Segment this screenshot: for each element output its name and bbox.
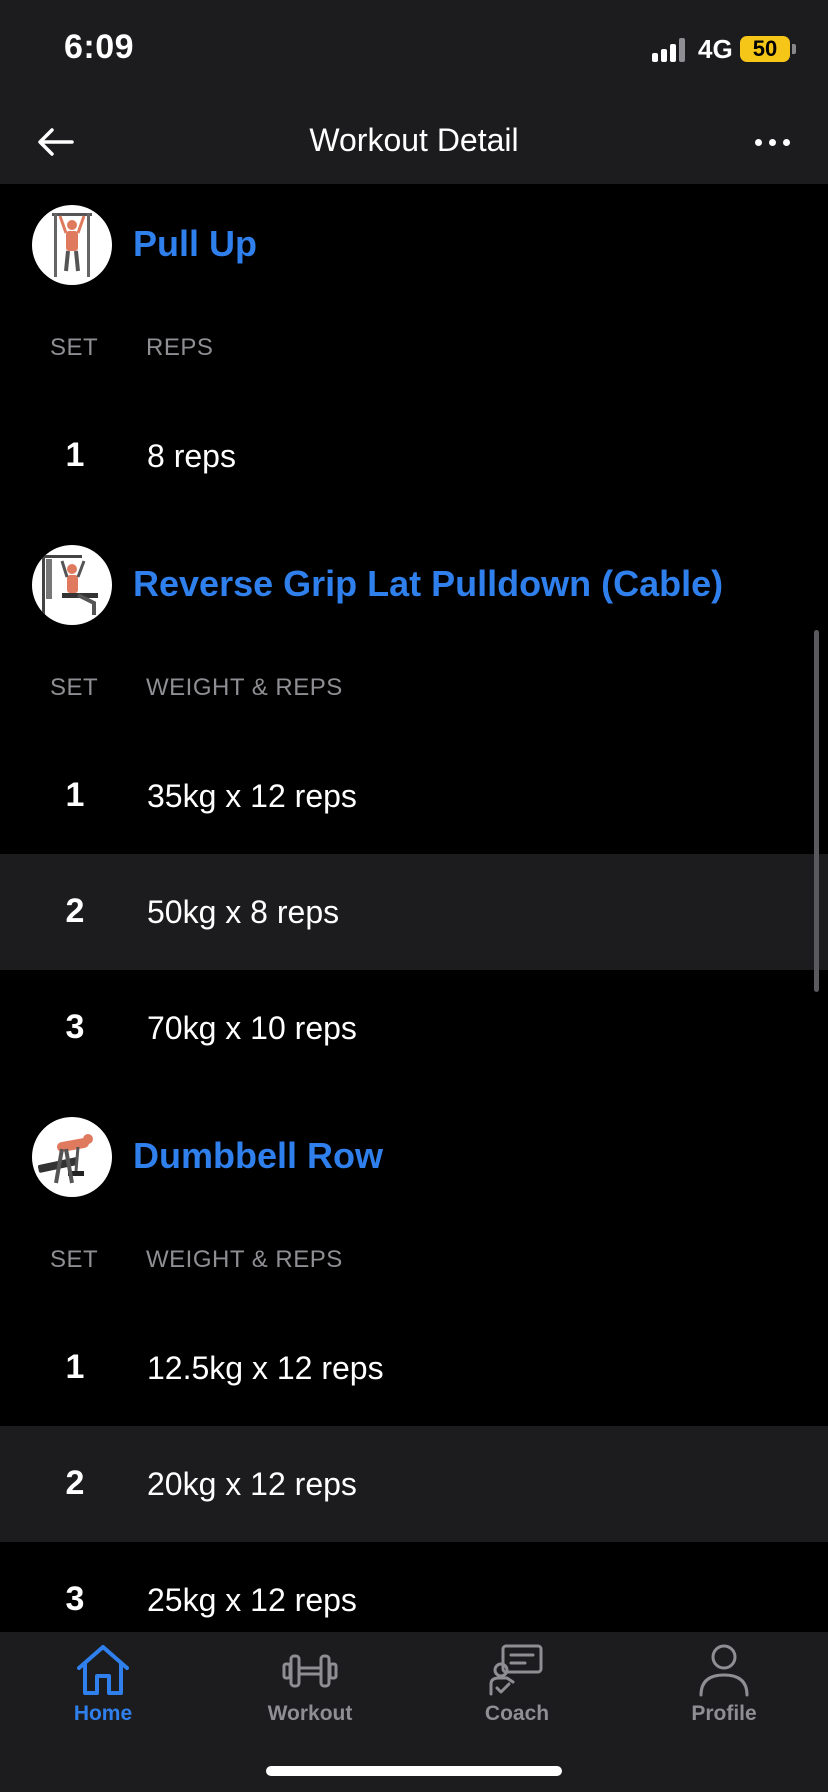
more-dot-icon: [754, 138, 762, 146]
tab-label: Profile: [691, 1702, 757, 1725]
exercise-header[interactable]: Reverse Grip Lat Pulldown (Cable): [0, 545, 828, 625]
set-row: 1 12.5kg x 12 reps: [0, 1310, 828, 1426]
set-row: 2 50kg x 8 reps: [0, 854, 828, 970]
set-row: 1 35kg x 12 reps: [0, 738, 828, 854]
lat-pulldown-thumbnail: [32, 545, 112, 625]
set-value: 20kg x 12 reps: [147, 1466, 357, 1502]
person-icon: [699, 1644, 749, 1697]
value-column-label: REPS: [146, 334, 214, 361]
set-number: 1: [65, 436, 85, 474]
set-value: 35kg x 12 reps: [147, 778, 357, 814]
scrollbar[interactable]: [814, 630, 819, 992]
tab-coach[interactable]: Coach: [437, 1642, 597, 1742]
exercise-name[interactable]: Reverse Grip Lat Pulldown (Cable): [133, 563, 723, 605]
set-value: 12.5kg x 12 reps: [147, 1350, 384, 1386]
page-title: Workout Detail: [309, 122, 519, 158]
exercise-header[interactable]: Pull Up: [0, 205, 828, 285]
dumbbell-icon: [282, 1654, 338, 1688]
dumbbell-row-illustration-icon: [37, 1134, 93, 1184]
pull-up-illustration-icon: [52, 213, 92, 277]
pull-up-thumbnail: [32, 205, 112, 285]
status-bar: 6:09 4G 50: [0, 0, 828, 100]
more-dot-icon: [782, 138, 790, 146]
more-options-button[interactable]: [740, 120, 804, 164]
set-row: 3 25kg x 12 reps: [0, 1542, 828, 1632]
column-header: SET REPS: [0, 334, 828, 374]
column-header: SET WEIGHT & REPS: [0, 674, 828, 714]
set-value: 50kg x 8 reps: [147, 894, 340, 930]
set-number: 3: [65, 1580, 85, 1618]
more-dot-icon: [768, 138, 776, 146]
set-number: 2: [65, 1464, 85, 1502]
dumbbell-row-thumbnail: [32, 1117, 112, 1197]
tab-label: Coach: [484, 1702, 550, 1725]
battery-icon: 50: [740, 36, 790, 62]
tab-workout[interactable]: Workout: [230, 1642, 390, 1742]
tab-home[interactable]: Home: [23, 1642, 183, 1742]
set-number: 2: [65, 892, 85, 930]
set-row: 1 8 reps: [0, 398, 828, 514]
home-icon: [77, 1645, 129, 1695]
set-column-label: SET: [50, 1246, 99, 1273]
home-indicator: [266, 1766, 562, 1776]
set-column-label: SET: [50, 334, 99, 361]
nav-bar: Workout Detail: [0, 100, 828, 184]
set-value: 70kg x 10 reps: [147, 1010, 357, 1046]
set-number: 1: [65, 776, 85, 814]
coach-icon: [489, 1644, 543, 1696]
set-number: 3: [65, 1008, 85, 1046]
exercise-name[interactable]: Pull Up: [133, 223, 257, 265]
network-label: 4G: [698, 34, 733, 64]
tab-bar: Home Workout Coach Profile: [0, 1632, 828, 1792]
workout-content[interactable]: Pull Up SET REPS 1 8 reps Reverse Grip L…: [0, 184, 828, 1632]
set-row: 3 70kg x 10 reps: [0, 970, 828, 1086]
status-time: 6:09: [64, 28, 135, 66]
tab-label: Home: [73, 1702, 133, 1725]
exercise-header[interactable]: Dumbbell Row: [0, 1117, 828, 1197]
set-row: 2 20kg x 12 reps: [0, 1426, 828, 1542]
set-number: 1: [65, 1348, 85, 1386]
signal-icon: [652, 38, 688, 62]
column-header: SET WEIGHT & REPS: [0, 1246, 828, 1286]
set-value: 8 reps: [147, 438, 236, 474]
lat-pulldown-illustration-icon: [42, 555, 98, 617]
value-column-label: WEIGHT & REPS: [146, 1246, 343, 1273]
tab-profile[interactable]: Profile: [644, 1642, 804, 1742]
value-column-label: WEIGHT & REPS: [146, 674, 343, 701]
tab-label: Workout: [267, 1702, 353, 1725]
exercise-name[interactable]: Dumbbell Row: [133, 1135, 383, 1177]
battery-tip: [792, 44, 796, 54]
set-column-label: SET: [50, 674, 99, 701]
set-value: 25kg x 12 reps: [147, 1582, 357, 1618]
